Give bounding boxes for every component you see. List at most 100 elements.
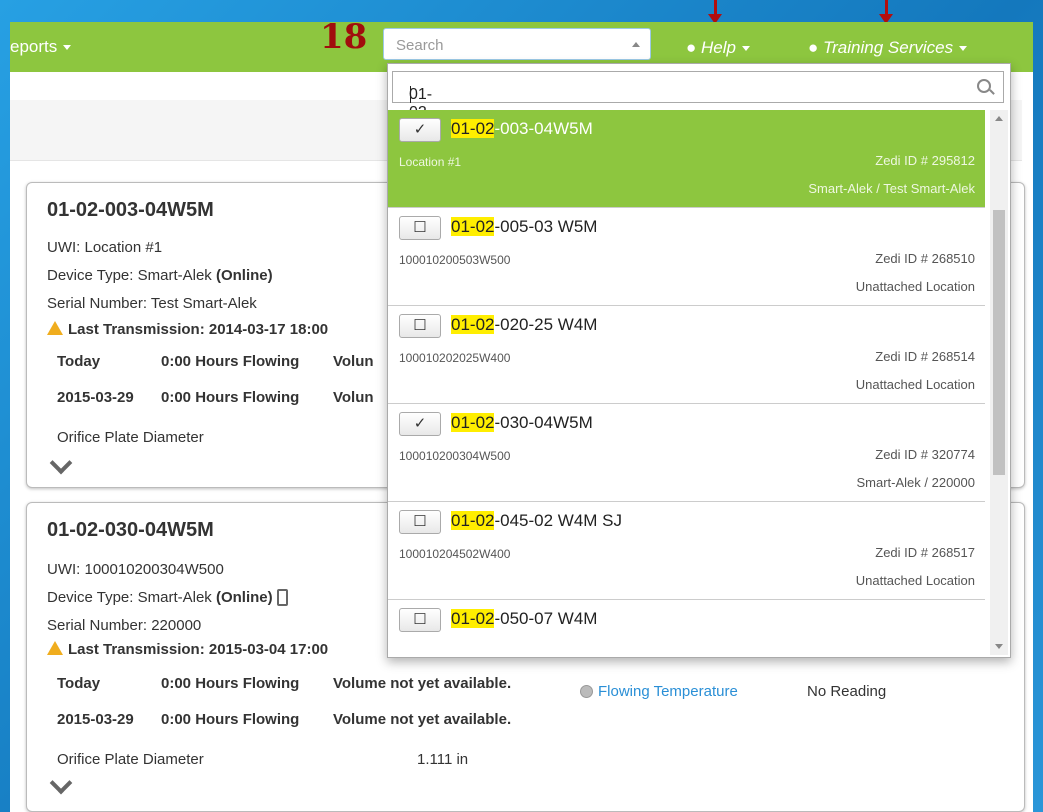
result-zedi-id: Zedi ID # 268510 bbox=[875, 251, 975, 266]
result-title-rest: -050-07 W4M bbox=[494, 609, 598, 628]
result-zedi-id: Zedi ID # 268517 bbox=[875, 545, 975, 560]
result-owner: Smart-Alek / Test Smart-Alek bbox=[808, 181, 975, 196]
result-title-rest: -020-25 W4M bbox=[494, 315, 598, 334]
card-uwi: UWI: 100010200304W500 bbox=[47, 561, 224, 578]
today-date: Today bbox=[57, 353, 101, 370]
today-flow: 0:00 Hours Flowing bbox=[161, 675, 300, 692]
result-title: 01-02-050-07 W4M bbox=[451, 609, 597, 629]
search-placeholder: Search bbox=[396, 37, 444, 54]
match-highlight: 01-02 bbox=[451, 511, 495, 530]
today-volume: Volume not yet available. bbox=[333, 675, 512, 692]
warning-icon bbox=[47, 641, 63, 655]
result-title-rest: -045-02 W4M SJ bbox=[494, 511, 623, 530]
card-serial: Serial Number: Test Smart-Alek bbox=[47, 295, 257, 312]
result-uwi: 100010200503W500 bbox=[399, 253, 511, 267]
training-services-label: Training Services bbox=[823, 38, 954, 57]
mobile-phone-icon bbox=[276, 589, 288, 606]
search-query-input[interactable]: 01-02 bbox=[392, 71, 1004, 121]
annotation-arrow-training bbox=[879, 0, 893, 24]
today-date: Today bbox=[57, 675, 101, 692]
help-menu[interactable]: ● Help bbox=[686, 38, 750, 58]
match-highlight: 01-02 bbox=[451, 119, 495, 138]
chevron-down-icon bbox=[63, 45, 72, 51]
card-device-type: Device Type: Smart-Alek (Online) bbox=[47, 267, 273, 284]
result-uwi: 100010202025W400 bbox=[399, 351, 511, 365]
sensor-value: No Reading bbox=[807, 683, 887, 700]
checkbox-unchecked[interactable]: ☐ bbox=[399, 510, 441, 534]
device-status: (Online) bbox=[215, 589, 273, 606]
result-item[interactable]: ☐ 01-02-050-07 W4M bbox=[388, 600, 985, 657]
step-number-annotation: 18 bbox=[320, 17, 368, 57]
history-flow: 0:00 Hours Flowing bbox=[161, 711, 300, 728]
result-title-rest: -005-03 W5M bbox=[494, 217, 598, 236]
match-highlight: 01-02 bbox=[451, 609, 495, 628]
reports-menu[interactable]: eports bbox=[10, 37, 72, 57]
card-title: 01-02-030-04W5M bbox=[47, 519, 214, 541]
device-type-label: Device Type: Smart-Alek bbox=[47, 589, 212, 606]
chevron-down-icon bbox=[741, 46, 750, 52]
result-zedi-id: Zedi ID # 268514 bbox=[875, 349, 975, 364]
training-services-menu[interactable]: ● Training Services bbox=[808, 38, 968, 58]
today-volume: Volun bbox=[333, 353, 374, 370]
result-item[interactable]: ☐ 01-02-045-02 W4M SJ 100010204502W400 Z… bbox=[388, 502, 985, 600]
sensor-flowing-temperature[interactable]: Flowing Temperature bbox=[580, 683, 738, 700]
card-device-type: Device Type: Smart-Alek (Online) bbox=[47, 589, 288, 606]
last-transmission-label: Last Transmission: 2014-03-17 18:00 bbox=[68, 321, 329, 338]
orifice-value: 1.111 in bbox=[417, 751, 469, 768]
result-item[interactable]: ✓ 01-02-030-04W5M 100010200304W500 Zedi … bbox=[388, 404, 985, 502]
checkbox-checked[interactable]: ✓ bbox=[399, 118, 441, 142]
orifice-label: Orifice Plate Diameter bbox=[57, 751, 204, 768]
reports-label: eports bbox=[10, 37, 58, 56]
device-type-label: Device Type: Smart-Alek bbox=[47, 267, 212, 284]
scroll-up-icon[interactable] bbox=[995, 116, 1003, 121]
card-last-transmission: Last Transmission: 2014-03-17 18:00 bbox=[47, 321, 328, 338]
chevron-down-icon bbox=[959, 46, 968, 52]
last-transmission-label: Last Transmission: 2015-03-04 17:00 bbox=[68, 641, 329, 658]
result-uwi: 100010204502W400 bbox=[399, 547, 511, 561]
match-highlight: 01-02 bbox=[451, 413, 495, 432]
result-item[interactable]: ☐ 01-02-020-25 W4M 100010202025W400 Zedi… bbox=[388, 306, 985, 404]
annotation-arrow-help bbox=[708, 0, 722, 24]
results-scrollbar[interactable] bbox=[990, 110, 1008, 655]
result-zedi-id: Zedi ID # 295812 bbox=[875, 153, 975, 168]
checkbox-unchecked[interactable]: ☐ bbox=[399, 314, 441, 338]
match-highlight: 01-02 bbox=[451, 217, 495, 236]
checkbox-unchecked[interactable]: ☐ bbox=[399, 216, 441, 240]
result-item[interactable]: ☐ 01-02-005-03 W5M 100010200503W500 Zedi… bbox=[388, 208, 985, 306]
chevron-down-icon[interactable] bbox=[49, 771, 73, 795]
search-results-dropdown: 01-02 ✓ 01-02-003-04W5M Location #1 Zedi… bbox=[387, 63, 1011, 658]
history-date: 2015-03-29 bbox=[57, 711, 134, 728]
card-uwi: UWI: Location #1 bbox=[47, 239, 163, 256]
scrollbar-thumb[interactable] bbox=[993, 210, 1005, 475]
result-title: 01-02-030-04W5M bbox=[451, 413, 593, 433]
result-title: 01-02-005-03 W5M bbox=[451, 217, 597, 237]
result-title-rest: -003-04W5M bbox=[494, 119, 593, 138]
result-owner: Unattached Location bbox=[855, 279, 975, 294]
sensor-link[interactable]: Flowing Temperature bbox=[598, 683, 738, 700]
scroll-down-icon[interactable] bbox=[995, 644, 1003, 649]
card-title: 01-02-003-04W5M bbox=[47, 199, 214, 221]
status-dot-icon bbox=[580, 685, 593, 698]
chevron-down-icon[interactable] bbox=[49, 451, 73, 475]
today-flow: 0:00 Hours Flowing bbox=[161, 353, 300, 370]
result-uwi: Location #1 bbox=[399, 155, 462, 169]
checkbox-checked[interactable]: ✓ bbox=[399, 412, 441, 436]
result-item[interactable]: ✓ 01-02-003-04W5M Location #1 Zedi ID # … bbox=[388, 110, 985, 208]
result-title: 01-02-045-02 W4M SJ bbox=[451, 511, 622, 531]
device-status: (Online) bbox=[215, 267, 273, 284]
chevron-up-icon bbox=[632, 42, 640, 47]
warning-icon bbox=[47, 321, 63, 335]
history-flow: 0:00 Hours Flowing bbox=[161, 389, 300, 406]
result-zedi-id: Zedi ID # 320774 bbox=[875, 447, 975, 462]
history-volume: Volume not yet available. bbox=[333, 711, 512, 728]
location-search-select[interactable]: Search bbox=[383, 28, 651, 60]
help-label: Help bbox=[701, 38, 736, 57]
search-icon bbox=[977, 79, 991, 93]
orifice-label: Orifice Plate Diameter bbox=[57, 429, 204, 446]
result-owner: Unattached Location bbox=[855, 573, 975, 588]
card-serial: Serial Number: 220000 bbox=[47, 617, 202, 634]
result-uwi: 100010200304W500 bbox=[399, 449, 511, 463]
checkbox-unchecked[interactable]: ☐ bbox=[399, 608, 441, 632]
result-owner: Smart-Alek / 220000 bbox=[856, 475, 975, 490]
result-title: 01-02-020-25 W4M bbox=[451, 315, 597, 335]
